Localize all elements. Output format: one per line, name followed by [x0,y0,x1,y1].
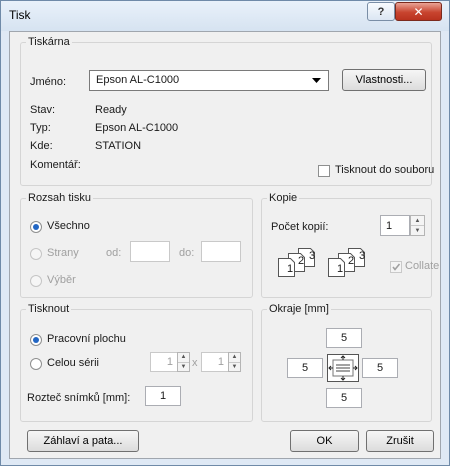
print-workspace-label: Pracovní plochu [47,333,126,345]
page-margins-icon [328,355,358,381]
margins-group-label: Okraje [mm] [269,303,329,315]
copies-group: Kopie [261,192,432,298]
collate-illustration: 3 2 1 3 2 1 [276,246,382,280]
spacing-label: Rozteč snímků [mm]: [27,392,131,404]
print-to-file-checkbox[interactable] [318,165,330,177]
margin-right-input[interactable]: 5 [362,358,398,378]
chevron-down-icon [312,78,321,83]
print-dialog: Tisk ? ✕ Tiskárna Jméno: Epson AL-C1000 … [0,0,450,466]
header-footer-button[interactable]: Záhlaví a pata... [27,430,139,452]
spin-up-icon[interactable]: ▲ [411,216,424,226]
copies-group-label: Kopie [269,192,298,204]
print-range-group-label: Rozsah tisku [28,192,91,204]
help-button[interactable]: ? [367,2,395,21]
ok-button[interactable]: OK [290,430,359,452]
range-all-label: Všechno [47,220,90,232]
copies-spinner[interactable]: ▲ ▼ [410,215,425,236]
series-b-spinner[interactable]: ▲ ▼ [228,352,241,372]
printer-name-select[interactable]: Epson AL-C1000 [89,70,329,91]
properties-button[interactable]: Vlastnosti... [342,69,426,91]
range-from-label: od: [106,247,122,259]
collate-page-3b: 3 [359,250,366,262]
print-workspace-radio[interactable] [30,334,42,346]
margin-top-input[interactable]: 5 [326,328,362,348]
spin-down-icon[interactable]: ▼ [229,363,240,372]
range-selection-radio[interactable] [30,275,42,287]
comment-label: Komentář: [30,159,81,171]
copies-count-label: Počet kopií: [271,221,329,233]
margin-left-input[interactable]: 5 [287,358,323,378]
close-button[interactable]: ✕ [395,2,442,21]
status-label: Stav: [30,104,56,116]
type-label: Typ: [30,122,51,134]
title-bar: Tisk ? ✕ [1,1,449,31]
series-a-input[interactable]: 1 [150,352,178,372]
collate-checkbox[interactable] [390,261,402,273]
collate-label: Collate [405,260,440,272]
range-pages-label: Strany [47,247,79,259]
cancel-button[interactable]: Zrušit [366,430,434,452]
collate-page-2b: 2 [348,255,355,267]
print-what-group-label: Tisknout [28,303,70,315]
margin-bottom-input[interactable]: 5 [326,388,362,408]
printer-group-label: Tiskárna [28,36,70,48]
range-to-label: do: [179,247,195,259]
copies-count-input[interactable]: 1 [380,215,410,236]
spacing-input[interactable]: 1 [145,386,181,406]
check-icon [392,263,401,271]
print-series-label: Celou sérii [47,357,99,369]
spin-up-icon[interactable]: ▲ [178,353,189,363]
range-from-input[interactable] [130,241,170,262]
margins-page-icon [327,354,359,382]
where-label: Kde: [30,140,53,152]
spin-up-icon[interactable]: ▲ [229,353,240,363]
type-value: Epson AL-C1000 [95,122,179,134]
dialog-body: Tiskárna Jméno: Epson AL-C1000 Vlastnost… [9,31,441,459]
range-to-input[interactable] [201,241,241,262]
close-icon: ✕ [413,4,424,19]
range-selection-label: Výběr [47,274,76,286]
spin-down-icon[interactable]: ▼ [411,226,424,235]
collate-page-1b: 1 [337,263,344,275]
print-to-file-label: Tisknout do souboru [335,164,435,176]
range-all-radio[interactable] [30,221,42,233]
collate-page-3: 3 [309,250,316,262]
help-icon: ? [377,5,385,18]
spin-down-icon[interactable]: ▼ [178,363,189,372]
collate-page-1: 1 [287,263,294,275]
window-title: Tisk [9,8,31,22]
printer-name-value: Epson AL-C1000 [96,74,180,86]
series-times-label: x [192,357,198,369]
range-pages-radio[interactable] [30,248,42,260]
collate-page-2: 2 [298,255,305,267]
print-series-radio[interactable] [30,358,42,370]
where-value: STATION [95,140,142,152]
status-value: Ready [95,104,127,116]
printer-name-label: Jméno: [30,76,67,88]
series-b-input[interactable]: 1 [201,352,229,372]
series-a-spinner[interactable]: ▲ ▼ [177,352,190,372]
